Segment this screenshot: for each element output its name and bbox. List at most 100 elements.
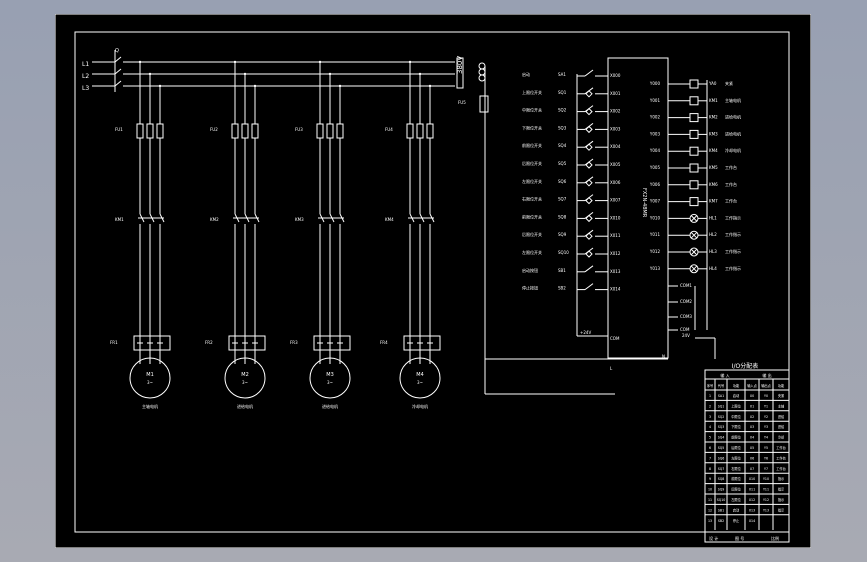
input-terminal: X005	[610, 162, 621, 167]
output-label: 夹紧	[725, 80, 733, 86]
output-label: 工作指示	[725, 231, 741, 237]
input-terminal: X010	[610, 215, 621, 220]
fuse-element	[316, 123, 324, 139]
io-table-cell: 10	[708, 488, 712, 492]
io-table-cell: 下限位	[731, 424, 741, 429]
io-table-cell: X11	[749, 488, 755, 492]
io-table-cell: Y0	[764, 394, 768, 398]
fuse-label: FU3	[295, 127, 303, 132]
output-coil	[689, 180, 699, 190]
input-terminal: X013	[610, 269, 621, 274]
bus-junction	[328, 72, 332, 76]
io-table-cell: 7	[709, 456, 711, 460]
bus-label-L2: L2	[82, 73, 89, 80]
motor-id: M2	[241, 372, 249, 378]
output-label: 冷却电机	[725, 147, 741, 153]
limit-switch-diamond	[585, 161, 593, 169]
input-device: SB1	[558, 268, 566, 273]
input-device: SQ9	[558, 232, 567, 237]
transformer-voltage: 380V	[456, 56, 464, 74]
io-table-cell: 3	[709, 415, 711, 419]
io-table-cell: 中限位	[731, 414, 741, 419]
output-terminal: Y012	[649, 249, 661, 254]
fuse-element	[336, 123, 344, 139]
com-terminal: COM1	[680, 283, 692, 288]
output-coil	[689, 197, 699, 207]
overload-label: FR2	[205, 340, 213, 345]
io-column-header: 输入点	[747, 383, 757, 388]
io-table-cell: SQ10	[717, 498, 726, 502]
io-table-cell: 1	[709, 394, 711, 398]
input-label: 下限位开关	[522, 124, 542, 130]
input-label: 中限位开关	[522, 107, 542, 113]
output-terminal: Y010	[649, 215, 661, 220]
output-label: 工作台	[725, 181, 737, 187]
io-table-cell: X2	[750, 415, 754, 419]
cad-viewport: L1 L2 L3 Q 380V FU5 FU1 KM1 FR1 M1 3~ 主轴电机 FU2 KM2 FR2…	[0, 0, 867, 562]
io-table-cell: X4	[750, 436, 754, 440]
fuse-label: FU2	[210, 127, 218, 132]
input-terminal: X002	[610, 109, 621, 114]
output-terminal: Y011	[649, 232, 661, 237]
io-table-cell: X7	[750, 467, 754, 471]
io-table-cell: 指示	[778, 487, 784, 492]
fuse-element	[406, 123, 414, 139]
output-label: 进给电机	[725, 114, 741, 120]
io-table-cell: 8	[709, 467, 711, 471]
limit-switch-diamond	[585, 214, 593, 223]
io-column-header: 序号	[707, 383, 713, 388]
io-table-cell: 指示	[778, 507, 784, 512]
fuse-label: FU4	[385, 127, 393, 132]
input-device: SQ7	[558, 197, 567, 202]
output-label: 工作指示	[725, 265, 741, 271]
input-device: SQ1	[558, 90, 567, 95]
plc-model: FX2N-48MR	[641, 188, 647, 218]
io-table-cell: 13	[708, 519, 712, 523]
fuse-element	[241, 123, 249, 139]
motor-id: M1	[146, 372, 154, 378]
output-label: 进给电机	[725, 130, 741, 136]
io-table-cell: SQ8	[718, 477, 725, 481]
contactor-label: KM2	[210, 217, 219, 222]
io-table-cell: SB1	[718, 508, 724, 512]
output-device: KM1	[709, 98, 718, 103]
output-label: 工作台	[725, 164, 737, 170]
output-coil	[689, 96, 699, 106]
limit-switch-diamond	[585, 232, 593, 240]
io-table-cell: 进给	[778, 414, 785, 419]
title-block-drawing-no: 图 号	[735, 535, 744, 541]
input-label: 前限位开关	[522, 213, 542, 219]
input-label: 上限位开关	[522, 89, 542, 95]
inner-border	[74, 31, 790, 533]
motor-id: M4	[416, 372, 424, 378]
io-table-cell: SQ6	[718, 456, 725, 460]
bus-junction	[408, 60, 412, 64]
input-label: 停止按钮	[522, 285, 538, 291]
fuse-fu5	[479, 95, 489, 113]
input-switch-contact	[584, 69, 594, 77]
bus-junction	[158, 84, 162, 88]
io-table-cell: X0	[750, 394, 754, 398]
input-device: SQ6	[558, 179, 567, 184]
io-table-cell: 4	[709, 425, 711, 429]
com-terminal: COM3	[680, 314, 692, 319]
io-table-cell: 上限位	[731, 403, 741, 408]
io-table-cell: 工作台	[776, 466, 786, 471]
title-block-designer: 设 计	[709, 535, 718, 541]
output-device: KM3	[709, 131, 718, 136]
io-table-cell: SA1	[718, 394, 724, 398]
io-table-cell: 进给	[778, 424, 785, 429]
input-device: SQ8	[558, 214, 567, 219]
motor-caption: 冷却电机	[412, 403, 428, 409]
input-terminal: X014	[610, 287, 621, 292]
output-device: HL2	[709, 232, 717, 237]
input-device: SB2	[558, 286, 566, 291]
io-table-cell: 启动	[733, 507, 739, 512]
io-table-cell: X12	[749, 498, 755, 502]
output-device: HL1	[709, 215, 717, 220]
io-table-cell: Y1	[764, 404, 768, 408]
input-device: SQ5	[558, 161, 567, 166]
input-switch-contact	[584, 283, 594, 291]
output-coil	[689, 163, 699, 173]
io-table-cell: SQ4	[718, 436, 725, 440]
